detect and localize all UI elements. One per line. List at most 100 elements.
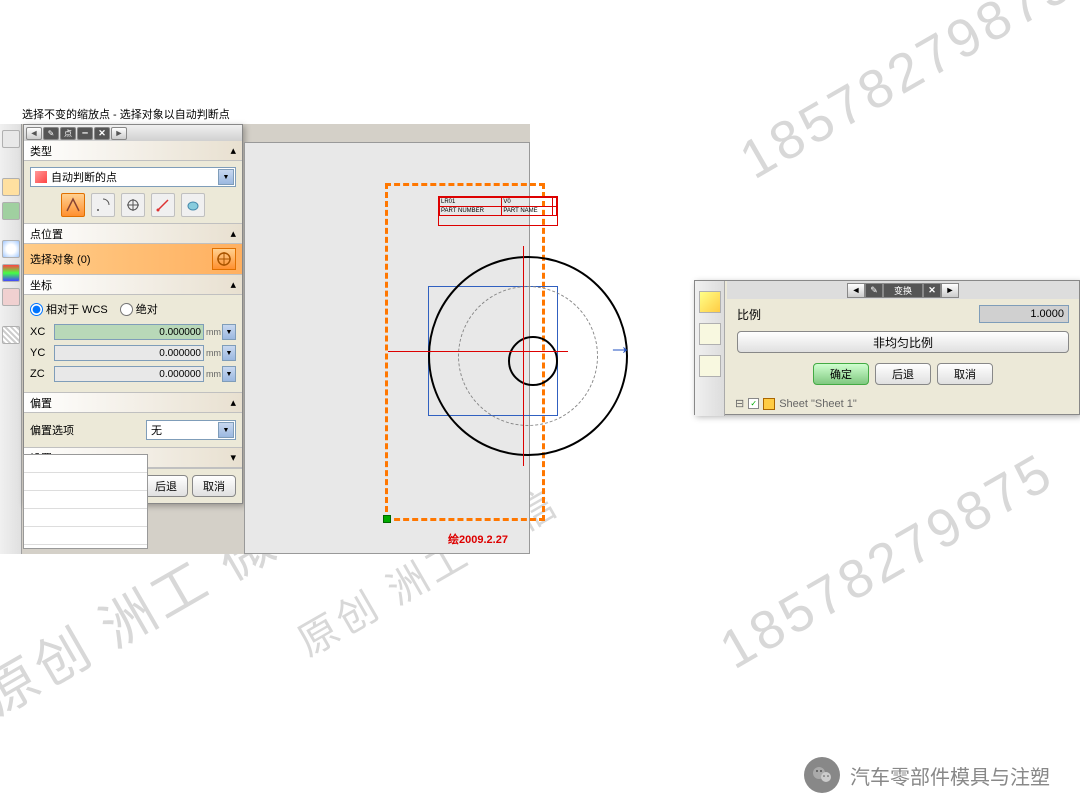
list-panel xyxy=(23,454,148,549)
select-target-button[interactable] xyxy=(212,248,236,270)
color-icon[interactable] xyxy=(2,264,20,282)
back-button[interactable]: 后退 xyxy=(144,475,188,497)
titlebar-point-button[interactable]: 点 xyxy=(60,127,76,140)
section-header-type[interactable]: 类型 ▴ xyxy=(24,141,242,161)
select-object-row[interactable]: 选择对象 (0) xyxy=(30,248,236,270)
resize-handle[interactable] xyxy=(383,515,391,523)
cursor-point-icon[interactable] xyxy=(91,193,115,217)
nav-prev-button[interactable]: ◄ xyxy=(26,127,42,140)
chevron-down-icon: ▼ xyxy=(218,422,234,438)
xc-row: XC 0.000000 mm ▼ xyxy=(30,323,236,341)
point-method-icons xyxy=(30,193,236,217)
infer-point-icon[interactable] xyxy=(61,193,85,217)
watermark: 18578279875 xyxy=(710,441,1065,682)
inner-circle xyxy=(508,336,558,386)
unit-label: mm xyxy=(204,369,222,379)
chevron-down-icon: ▼ xyxy=(218,169,234,185)
yc-row: YC 0.000000 mm ▼ xyxy=(30,344,236,362)
centerline-h xyxy=(388,351,568,352)
transform-left-toolbar xyxy=(695,281,725,416)
title-cell: PART NAME xyxy=(502,207,553,216)
coord-label: ZC xyxy=(30,368,54,380)
grid-icon[interactable] xyxy=(2,326,20,344)
offset-option-label: 偏置选项 xyxy=(30,422,146,438)
tree-toggle-icon[interactable]: ⊟ xyxy=(735,397,744,410)
radio-relative-wcs[interactable]: 相对于 WCS xyxy=(30,301,108,317)
cancel-button[interactable]: 取消 xyxy=(192,475,236,497)
titlebar-tool-button[interactable]: ✎ xyxy=(865,283,883,298)
control-point-icon[interactable] xyxy=(181,193,205,217)
nav-next-button[interactable]: ► xyxy=(941,283,959,298)
yc-input[interactable]: 0.000000 xyxy=(54,345,204,361)
section-header-position[interactable]: 点位置 ▴ xyxy=(24,224,242,244)
date-stamp: 绘2009.2.27 xyxy=(448,531,508,547)
minimize-button[interactable]: – xyxy=(77,127,93,140)
tree-item[interactable]: ⊟ ✓ Sheet "Sheet 1" xyxy=(727,393,1079,414)
radio-absolute[interactable]: 绝对 xyxy=(120,301,158,317)
list-row[interactable] xyxy=(24,473,147,491)
radio-abs-input[interactable] xyxy=(120,303,133,316)
yc-dropdown[interactable]: ▼ xyxy=(222,345,236,361)
section-header-offset[interactable]: 偏置 ▴ xyxy=(24,393,242,413)
toolbar-icon[interactable] xyxy=(2,130,20,148)
zc-dropdown[interactable]: ▼ xyxy=(222,366,236,382)
xc-input[interactable]: 0.000000 xyxy=(54,324,204,340)
radio-rel-input[interactable] xyxy=(30,303,43,316)
toolbar-icon[interactable] xyxy=(2,288,20,306)
toolbar-icon[interactable] xyxy=(2,178,20,196)
expand-icon: ▾ xyxy=(230,451,236,464)
centerline-v xyxy=(523,246,524,466)
section-offset: 偏置 ▴ 偏置选项 无 ▼ xyxy=(24,393,242,448)
offset-option-combo[interactable]: 无 ▼ xyxy=(146,420,236,440)
nonuniform-scale-button[interactable]: 非均匀比例 xyxy=(737,331,1069,353)
nav-prev-button[interactable]: ◄ xyxy=(847,283,865,298)
collapse-icon: ▴ xyxy=(230,278,236,291)
list-row[interactable] xyxy=(24,455,147,473)
coord-label: YC xyxy=(30,347,54,359)
section-position: 点位置 ▴ 选择对象 (0) xyxy=(24,224,242,275)
close-button[interactable]: ✕ xyxy=(94,127,110,140)
zc-input[interactable]: 0.000000 xyxy=(54,366,204,382)
toolbar-icon[interactable] xyxy=(699,291,721,313)
toolbar-icon[interactable] xyxy=(2,202,20,220)
radio-label: 相对于 WCS xyxy=(46,301,108,317)
left-toolbar xyxy=(0,124,22,554)
checkbox-icon[interactable]: ✓ xyxy=(748,398,759,409)
scale-label: 比例 xyxy=(737,306,761,323)
list-row[interactable] xyxy=(24,509,147,527)
point-type-icon xyxy=(35,171,47,183)
point-type-combo[interactable]: 自动判断的点 ▼ xyxy=(30,167,236,187)
ok-button[interactable]: 确定 xyxy=(813,363,869,385)
section-header-coord[interactable]: 坐标 ▴ xyxy=(24,275,242,295)
list-row[interactable] xyxy=(24,527,147,545)
scale-input[interactable]: 1.0000 xyxy=(979,305,1069,323)
cancel-button[interactable]: 取消 xyxy=(937,363,993,385)
nav-next-button[interactable]: ► xyxy=(111,127,127,140)
existing-point-icon[interactable] xyxy=(121,193,145,217)
unit-label: mm xyxy=(204,348,222,358)
caption-text: 汽车零部件模具与注塑 xyxy=(850,761,1050,790)
section-type: 类型 ▴ 自动判断的点 ▼ xyxy=(24,141,242,224)
close-button[interactable]: ✕ xyxy=(923,283,941,298)
endpoint-icon[interactable] xyxy=(151,193,175,217)
clock-icon[interactable] xyxy=(2,240,20,258)
toolbar-icon[interactable] xyxy=(699,323,721,345)
toolbar-icon[interactable] xyxy=(699,355,721,377)
collapse-icon: ▴ xyxy=(230,396,236,409)
title-cell: PART NUMBER xyxy=(440,207,502,216)
status-bar: 选择不变的缩放点 - 选择对象以自动判断点 xyxy=(22,106,230,122)
dialog-titlebar: ◄ ✎ 点 – ✕ ► xyxy=(24,125,242,141)
scale-row: 比例 1.0000 xyxy=(727,299,1079,329)
point-dialog-window: 选择不变的缩放点 - 选择对象以自动判断点 ◄ ✎ 点 – ✕ ► 类型 ▴ xyxy=(0,124,530,554)
drawing-canvas[interactable]: LR01V0 PART NUMBERPART NAME 绘2009.2.27 xyxy=(244,142,530,554)
list-row[interactable] xyxy=(24,491,147,509)
titlebar-tool-button[interactable]: ✎ xyxy=(43,127,59,140)
transform-titlebar: ◄ ✎ 变换 ✕ ► xyxy=(727,281,1079,299)
section-title: 坐标 xyxy=(30,277,52,293)
xc-dropdown[interactable]: ▼ xyxy=(222,324,236,340)
watermark: 18578279875 xyxy=(730,0,1080,191)
back-button[interactable]: 后退 xyxy=(875,363,931,385)
combo-value: 无 xyxy=(151,422,162,438)
collapse-icon: ▴ xyxy=(230,227,236,240)
collapse-icon: ▴ xyxy=(230,144,236,157)
